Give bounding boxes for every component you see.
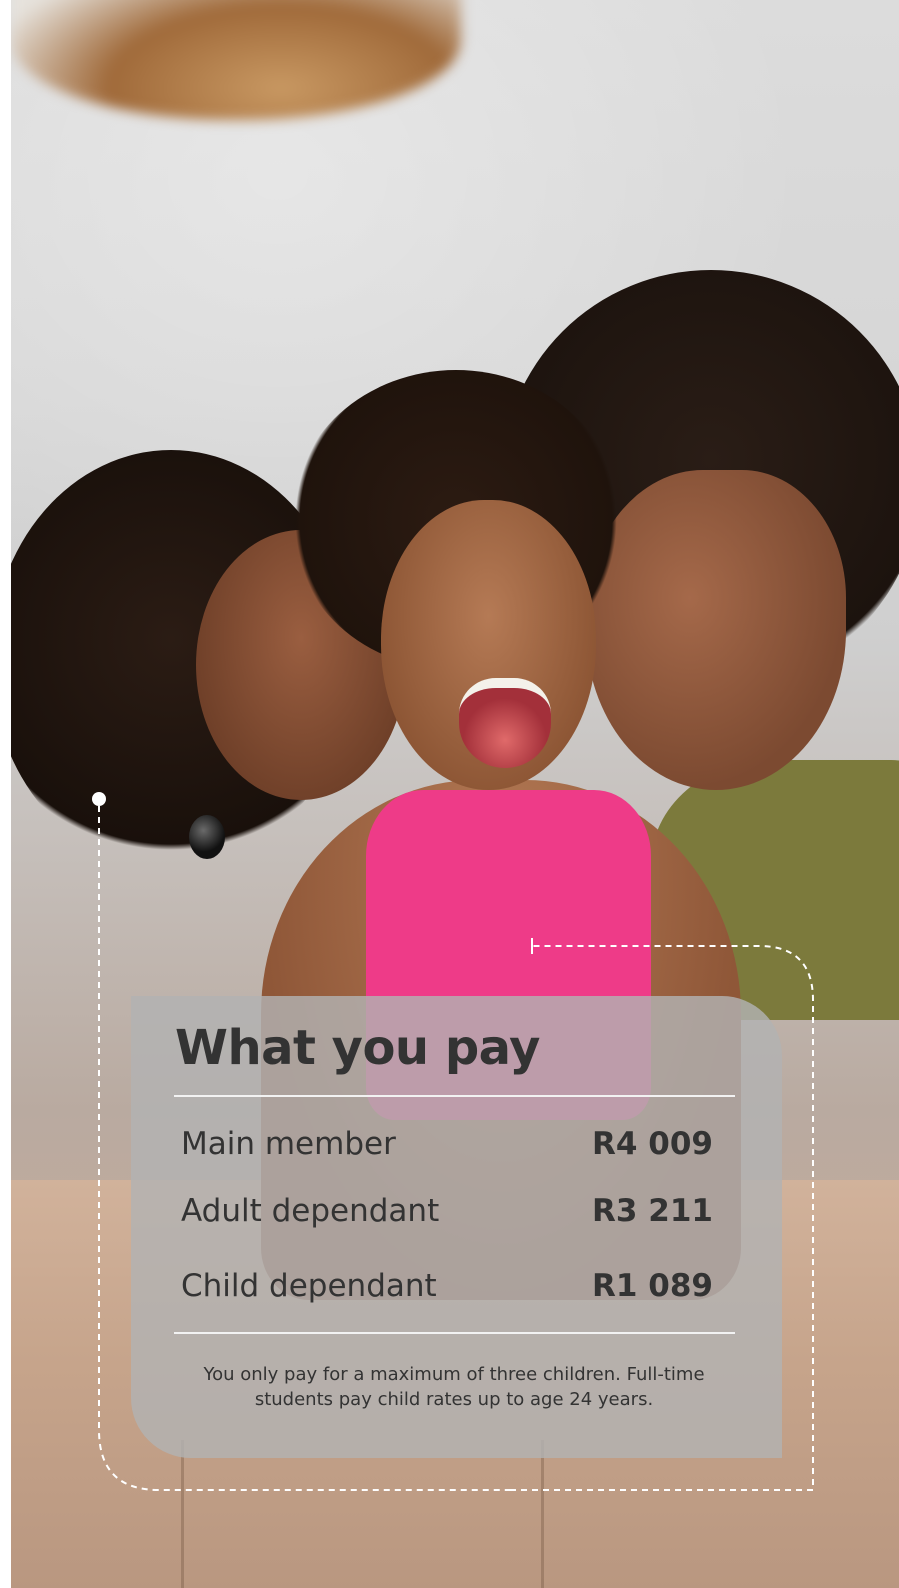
price-row-value: R1 089	[592, 1268, 713, 1304]
pricing-panel: What you pay Main member R4 009 Adult de…	[131, 996, 782, 1458]
divider-bottom	[174, 1332, 735, 1334]
price-row-label: Child dependant	[181, 1268, 437, 1304]
price-row-main-member: Main member R4 009	[181, 1122, 713, 1166]
price-row-label: Adult dependant	[181, 1193, 440, 1229]
price-row-adult-dependant: Adult dependant R3 211	[181, 1189, 713, 1233]
price-row-child-dependant: Child dependant R1 089	[181, 1264, 713, 1308]
price-row-value: R3 211	[592, 1193, 713, 1229]
dashed-line-start-dot	[92, 792, 106, 806]
divider-top	[174, 1095, 735, 1097]
price-row-label: Main member	[181, 1126, 396, 1162]
panel-title: What you pay	[175, 1020, 540, 1076]
price-row-value: R4 009	[592, 1126, 713, 1162]
brochure-page: What you pay Main member R4 009 Adult de…	[0, 0, 899, 1588]
footnote: You only pay for a maximum of three chil…	[203, 1364, 705, 1410]
